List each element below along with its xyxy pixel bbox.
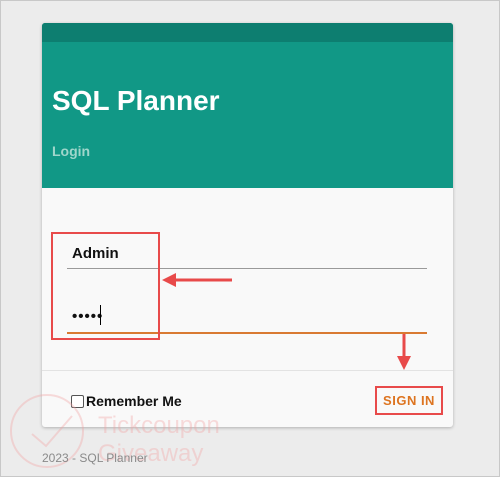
- annotation-highlight-box: [51, 232, 160, 340]
- login-subtitle: Login: [52, 143, 91, 159]
- footer-divider: [42, 370, 453, 371]
- header-strip: [42, 23, 453, 42]
- login-card: SQL Planner Login Remember Me SIGN IN: [42, 23, 453, 427]
- annotation-arrow-left: [162, 273, 232, 287]
- annotation-arrow-down: [397, 334, 411, 370]
- watermark-check-icon: [31, 415, 73, 448]
- footer-text: 2023 - SQL Planner: [42, 451, 148, 465]
- watermark-text-1: Tickcoupon: [98, 412, 220, 439]
- card-header: SQL Planner Login: [42, 23, 453, 188]
- app-title: SQL Planner: [52, 85, 220, 116]
- sign-in-button[interactable]: SIGN IN: [375, 386, 443, 415]
